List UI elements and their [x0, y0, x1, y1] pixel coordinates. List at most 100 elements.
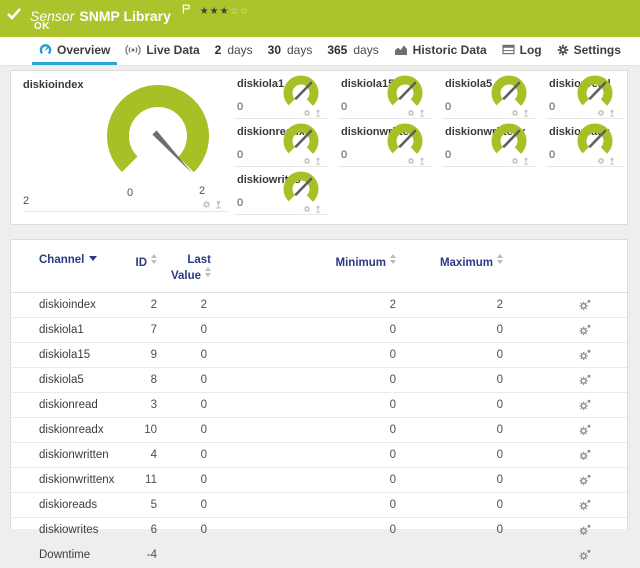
gauge-pin-icon[interactable]	[214, 200, 223, 209]
tab-overview[interactable]: Overview	[32, 37, 117, 65]
gauge-settings-icon[interactable]	[597, 109, 605, 117]
channel-settings-icon[interactable]	[579, 399, 591, 411]
tab-365-days[interactable]: 365 days	[320, 37, 385, 65]
flag-icon[interactable]	[182, 4, 190, 14]
channel-settings-icon[interactable]	[579, 374, 591, 386]
star-empty-icon[interactable]: ☆	[240, 6, 250, 17]
column-header-last-value[interactable]: Last Value	[159, 240, 215, 293]
channel-settings-icon[interactable]	[579, 474, 591, 486]
column-header-channel[interactable]: Channel	[11, 240, 119, 293]
gauge-dial[interactable]	[489, 123, 529, 160]
channel-settings-icon[interactable]	[579, 449, 591, 461]
gauge-pin-icon[interactable]	[522, 157, 530, 165]
gauge-pin-icon[interactable]	[608, 157, 616, 165]
star-filled-icon[interactable]: ★	[210, 6, 220, 17]
gauge-settings-icon[interactable]	[597, 157, 605, 165]
channel-name[interactable]: diskioreads	[39, 499, 97, 511]
gauge-dial[interactable]	[575, 75, 615, 112]
tab-live-data[interactable]: Live Data	[118, 37, 206, 65]
tab-30-days[interactable]: 30 days	[261, 37, 320, 65]
gauge-settings-icon[interactable]	[303, 205, 311, 213]
channel-settings-icon[interactable]	[579, 499, 591, 511]
channel-name[interactable]: diskiola5	[39, 374, 84, 386]
channel-maximum: 2	[406, 293, 513, 318]
channel-id: 7	[119, 318, 159, 343]
channel-last-value: 0	[159, 343, 215, 368]
channel-name[interactable]: diskiowrites	[39, 524, 98, 536]
channel-name[interactable]: diskionwritten	[39, 449, 109, 461]
star-filled-icon[interactable]: ★	[200, 6, 210, 17]
channel-maximum: 0	[406, 393, 513, 418]
gauge-cell: diskiola5 0	[437, 71, 541, 119]
tab-historic-data[interactable]: Historic Data	[387, 37, 494, 65]
gauge-settings-icon[interactable]	[303, 109, 311, 117]
log-icon	[502, 44, 515, 55]
gauge-dial-main[interactable]	[93, 76, 223, 198]
sort-icon[interactable]	[390, 254, 396, 264]
channel-name[interactable]: Downtime	[39, 549, 90, 561]
sensor-title[interactable]: SNMP Library	[79, 8, 171, 24]
gauge-needle	[590, 131, 605, 147]
gauge-settings-icon[interactable]	[202, 200, 211, 209]
gauge-cell: diskioreads 0	[541, 119, 627, 167]
tab-label: days	[287, 43, 312, 57]
gauge-pin-icon[interactable]	[418, 157, 426, 165]
gauge-value: 0	[445, 149, 451, 161]
star-rating[interactable]: ★★★☆☆	[200, 7, 250, 17]
channel-settings-icon[interactable]	[579, 424, 591, 436]
channel-name[interactable]: diskionreadx	[39, 424, 104, 436]
channel-name[interactable]: diskionwrittenx	[39, 474, 114, 486]
gauge-dial[interactable]	[385, 75, 425, 112]
tab-log[interactable]: Log	[495, 37, 549, 65]
gauge-pin-icon[interactable]	[314, 157, 322, 165]
channel-name[interactable]: diskionread	[39, 399, 98, 411]
sensor-title-line: SensorSNMP Library ★★★☆☆	[30, 4, 250, 24]
channel-id: 6	[119, 518, 159, 543]
column-header-minimum[interactable]: Minimum	[215, 240, 406, 293]
sort-desc-icon[interactable]	[89, 256, 97, 261]
gauge-pin-icon[interactable]	[608, 109, 616, 117]
gauge-settings-icon[interactable]	[511, 109, 519, 117]
gauge-pin-icon[interactable]	[314, 109, 322, 117]
column-header-id[interactable]: ID	[119, 240, 159, 293]
sort-icon[interactable]	[205, 267, 211, 277]
channel-settings-icon[interactable]	[579, 349, 591, 361]
channel-maximum: 0	[406, 443, 513, 468]
gauge-pin-icon[interactable]	[418, 109, 426, 117]
channel-name[interactable]: diskioindex	[39, 299, 96, 311]
star-empty-icon[interactable]: ☆	[230, 6, 240, 17]
gauge-pin-icon[interactable]	[314, 205, 322, 213]
gauge-dial[interactable]	[385, 123, 425, 160]
channel-last-value: 0	[159, 493, 215, 518]
tab-settings[interactable]: Settings	[550, 37, 628, 65]
gauge-dial[interactable]	[489, 75, 529, 112]
gauge-settings-icon[interactable]	[303, 157, 311, 165]
gauge-settings-icon[interactable]	[407, 109, 415, 117]
channel-settings-icon[interactable]	[579, 324, 591, 336]
channel-name[interactable]: diskiola1	[39, 324, 84, 336]
channel-last-value: 0	[159, 418, 215, 443]
channel-maximum: 0	[406, 343, 513, 368]
channel-settings-icon[interactable]	[579, 524, 591, 536]
channel-name[interactable]: diskiola15	[39, 349, 90, 361]
star-filled-icon[interactable]: ★	[220, 6, 230, 17]
gauge-settings-icon[interactable]	[407, 157, 415, 165]
gauge-dial[interactable]	[575, 123, 615, 160]
gauge-settings-icon[interactable]	[511, 157, 519, 165]
channel-minimum: 0	[215, 368, 406, 393]
gauge-dial[interactable]	[281, 171, 321, 208]
channel-maximum: 0	[406, 493, 513, 518]
gauge-dial[interactable]	[281, 123, 321, 160]
channel-row: diskioindex 2 2 2 2	[11, 293, 627, 318]
tab-2-days[interactable]: 2 days	[208, 37, 260, 65]
channel-settings-icon[interactable]	[579, 299, 591, 311]
gauge-dial[interactable]	[281, 75, 321, 112]
sort-icon[interactable]	[497, 254, 503, 264]
channel-row: Downtime -4	[11, 543, 627, 568]
column-header-maximum[interactable]: Maximum	[406, 240, 513, 293]
sort-icon[interactable]	[151, 254, 157, 264]
gauge-pin-icon[interactable]	[522, 109, 530, 117]
channel-settings-icon[interactable]	[579, 549, 591, 561]
gauge-divider	[23, 211, 227, 212]
channel-id: 3	[119, 393, 159, 418]
